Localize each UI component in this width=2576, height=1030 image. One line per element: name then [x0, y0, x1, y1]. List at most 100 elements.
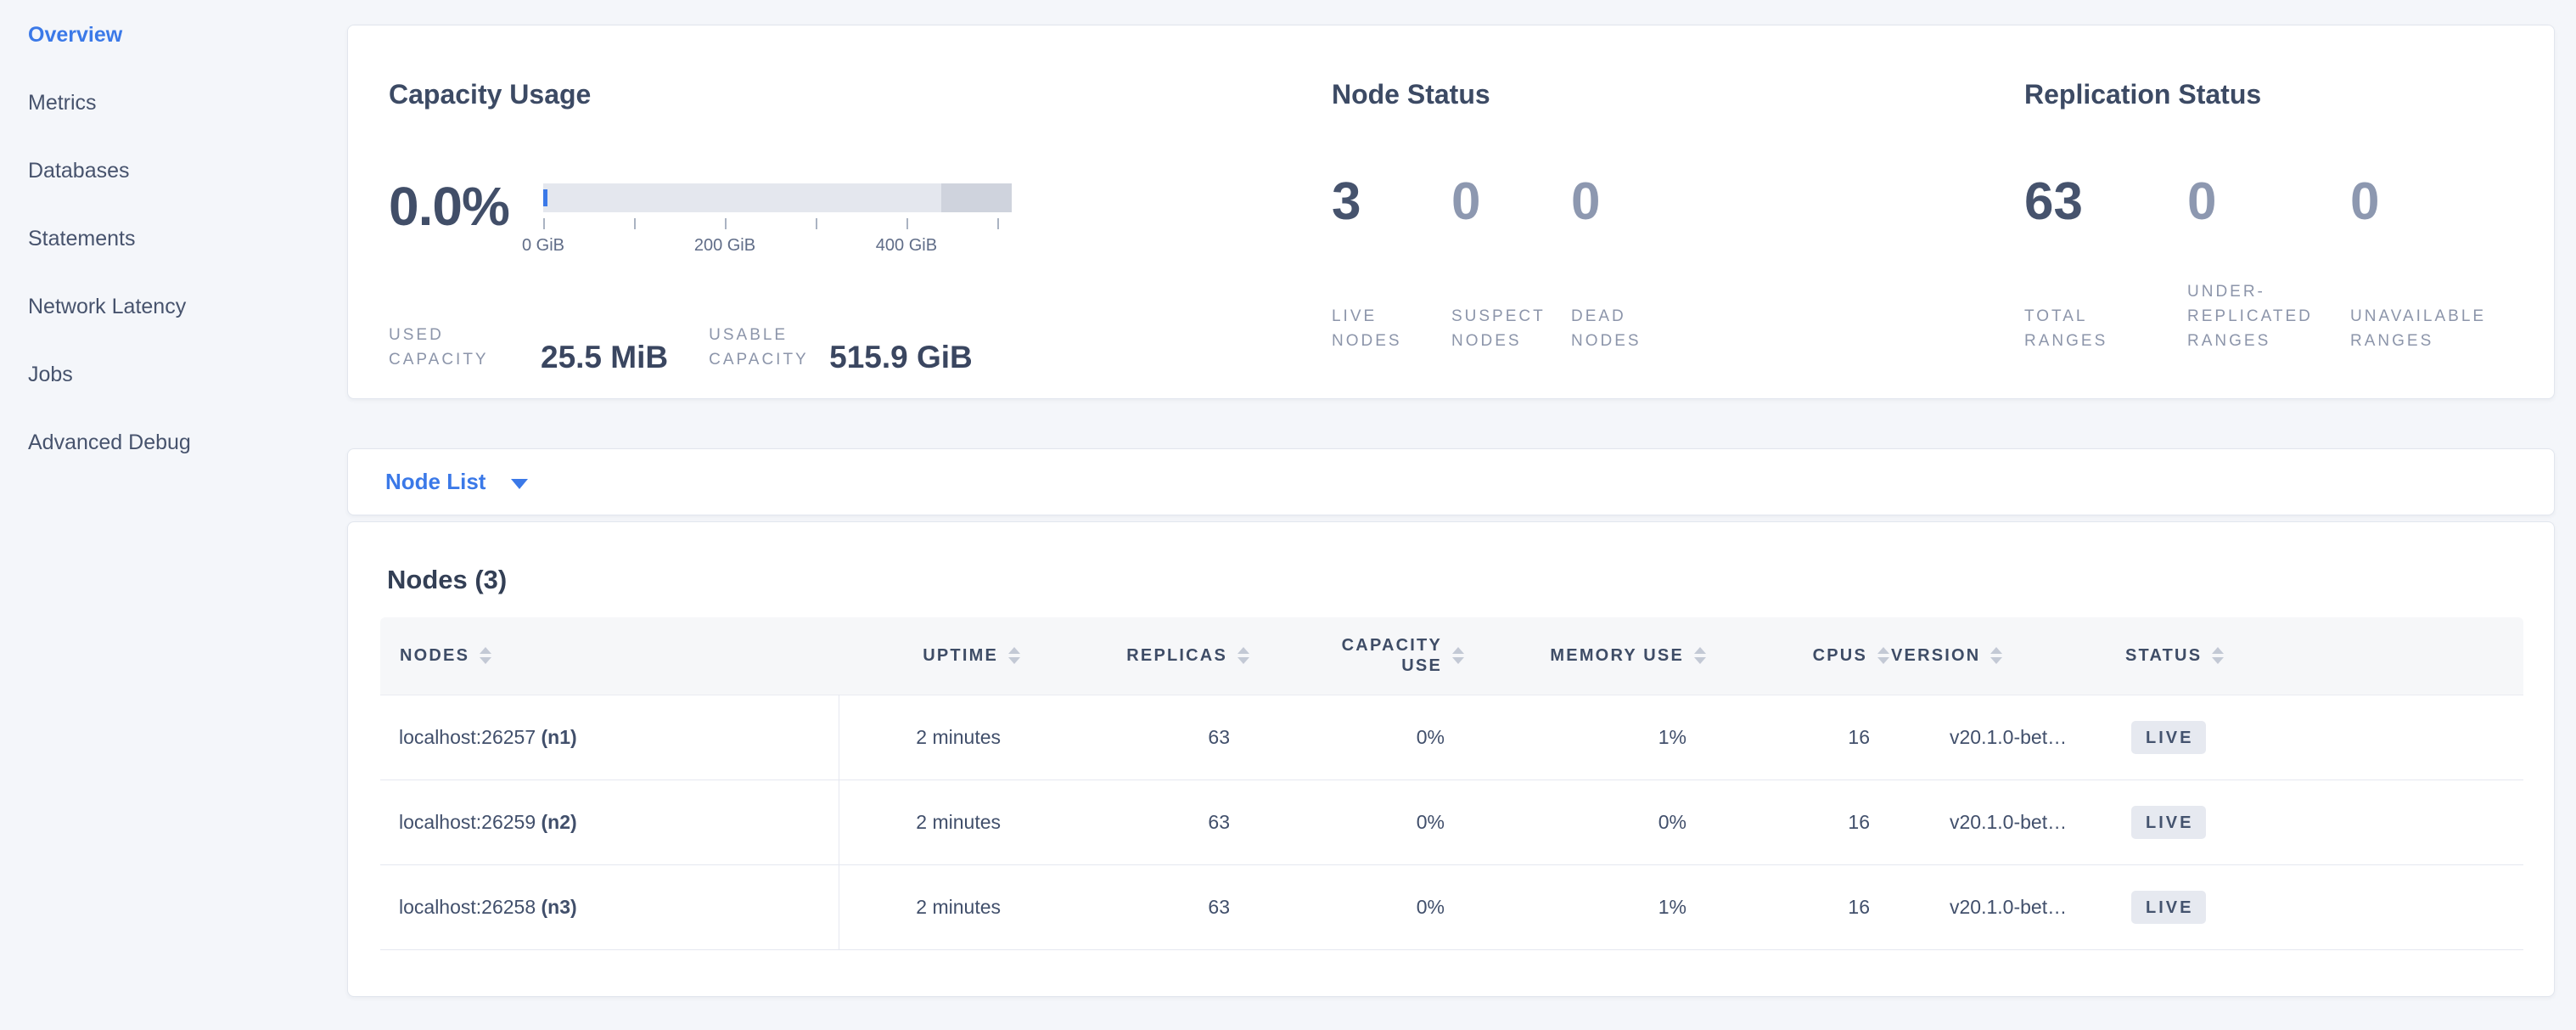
main-content: Capacity Usage 0.0% 0 GiB200 GiB400 GiB … — [347, 25, 2555, 997]
cluster-summary-card: Capacity Usage 0.0% 0 GiB200 GiB400 GiB … — [347, 25, 2555, 399]
column-header-cpus[interactable]: CPUS — [1707, 617, 1890, 695]
replicas-cell: 63 — [1021, 864, 1250, 949]
column-label-version: VERSION — [1891, 646, 1980, 666]
column-label-uptime: UPTIME — [923, 646, 998, 666]
unavailable-ranges-stat: 0 UNAVAILABLE RANGES — [2350, 173, 2486, 353]
axis-tick-label: 400 GiB — [876, 236, 937, 256]
suspect-nodes-stat: 0 SUSPECT NODES — [1451, 173, 1545, 353]
axis-tick — [906, 218, 908, 229]
column-header-memory-use[interactable]: MEMORY USE — [1465, 617, 1707, 695]
axis-tick-label: 200 GiB — [694, 236, 755, 256]
replication-status-title: Replication Status — [2024, 80, 2513, 109]
axis-tick — [725, 218, 727, 229]
suspect-nodes-value: 0 — [1451, 173, 1545, 231]
sidebar-item-network-latency[interactable]: Network Latency — [28, 295, 334, 318]
node-address-link[interactable]: localhost:26258 (n3) — [399, 896, 577, 918]
capacity-used-marker — [543, 189, 547, 206]
capacity-gauge-axis: 0 GiB200 GiB400 GiB — [543, 212, 1012, 268]
column-header-nodes[interactable]: NODES — [380, 617, 839, 695]
axis-tick — [634, 218, 636, 229]
under-replicated-ranges-label: UNDER-REPLICATED RANGES — [2187, 279, 2323, 353]
sort-icon — [1237, 647, 1249, 664]
memory-use-cell: 1% — [1465, 864, 1707, 949]
column-label-memory-use: MEMORY USE — [1550, 646, 1684, 666]
total-ranges-label: TOTAL RANGES — [2024, 304, 2160, 353]
table-header-row: NODES UPTIME REPLICAS CAPACITY USE MEMOR… — [380, 617, 2523, 695]
column-label-nodes: NODES — [400, 646, 469, 666]
sidebar: Overview Metrics Databases Statements Ne… — [28, 24, 334, 499]
nodes-table-title: Nodes (3) — [387, 566, 2522, 594]
node-address: localhost:26259 — [399, 811, 536, 833]
capacity-gauge-track — [543, 183, 1012, 212]
table-row[interactable]: localhost:26258 (n3) 2 minutes 63 0% 1% … — [380, 864, 2523, 949]
column-label-replicas: REPLICAS — [1126, 646, 1227, 666]
uptime-cell: 2 minutes — [839, 780, 1021, 864]
replication-status-section: Replication Status 63 TOTAL RANGES 0 UND… — [2024, 80, 2513, 398]
node-id: (n1) — [542, 726, 577, 748]
live-nodes-value: 3 — [1332, 173, 1425, 231]
node-id: (n2) — [542, 811, 577, 833]
node-list-dropdown[interactable]: Node List — [385, 469, 528, 495]
capacity-usage-title: Capacity Usage — [389, 80, 1332, 109]
usable-capacity-label: USABLE CAPACITY — [709, 323, 829, 372]
sort-icon — [1452, 647, 1464, 664]
sort-icon — [480, 647, 491, 664]
capacity-gauge-row: 0.0% 0 GiB200 GiB400 GiB — [389, 182, 1332, 268]
used-capacity-label: USED CAPACITY — [389, 323, 541, 372]
column-header-status[interactable]: STATUS — [2124, 617, 2523, 695]
sidebar-item-overview[interactable]: Overview — [28, 24, 334, 46]
sidebar-item-metrics[interactable]: Metrics — [28, 92, 334, 114]
replicas-cell: 63 — [1021, 695, 1250, 780]
sort-icon — [2212, 647, 2224, 664]
column-label-status: STATUS — [2125, 646, 2202, 666]
node-status-title: Node Status — [1332, 80, 2024, 109]
uptime-cell: 2 minutes — [839, 695, 1021, 780]
status-badge: LIVE — [2131, 721, 2206, 754]
usable-capacity-value: 515.9 GiB — [829, 343, 993, 372]
total-ranges-stat: 63 TOTAL RANGES — [2024, 173, 2160, 353]
node-id: (n3) — [542, 896, 577, 918]
node-address: localhost:26257 — [399, 726, 536, 748]
node-address-link[interactable]: localhost:26259 (n2) — [399, 811, 577, 833]
sidebar-item-databases[interactable]: Databases — [28, 160, 334, 182]
used-capacity-value: 25.5 MiB — [541, 343, 688, 372]
chevron-down-icon — [511, 479, 528, 489]
replicas-cell: 63 — [1021, 780, 1250, 864]
version-cell: v20.1.0-bet… — [1890, 780, 2124, 864]
column-header-replicas[interactable]: REPLICAS — [1021, 617, 1250, 695]
status-badge: LIVE — [2131, 806, 2206, 839]
table-row[interactable]: localhost:26257 (n1) 2 minutes 63 0% 1% … — [380, 695, 2523, 780]
sidebar-item-advanced-debug[interactable]: Advanced Debug — [28, 431, 334, 453]
node-address-link[interactable]: localhost:26257 (n1) — [399, 726, 577, 748]
usable-capacity-stat: USABLE CAPACITY 515.9 GiB — [709, 323, 993, 372]
cpus-cell: 16 — [1707, 864, 1890, 949]
column-header-uptime[interactable]: UPTIME — [839, 617, 1021, 695]
sort-icon — [1008, 647, 1020, 664]
dead-nodes-stat: 0 DEAD NODES — [1571, 173, 1664, 353]
sidebar-item-statements[interactable]: Statements — [28, 228, 334, 250]
suspect-nodes-label: SUSPECT NODES — [1451, 304, 1545, 353]
sidebar-item-jobs[interactable]: Jobs — [28, 363, 334, 386]
sort-icon — [1694, 647, 1706, 664]
column-header-version[interactable]: VERSION — [1890, 617, 2124, 695]
node-status-stats: 3 LIVE NODES 0 SUSPECT NODES 0 DEAD NODE… — [1332, 173, 2024, 353]
axis-tick — [997, 218, 999, 229]
cpus-cell: 16 — [1707, 695, 1890, 780]
version-cell: v20.1.0-bet… — [1890, 695, 2124, 780]
uptime-cell: 2 minutes — [839, 864, 1021, 949]
dead-nodes-label: DEAD NODES — [1571, 304, 1664, 353]
memory-use-cell: 0% — [1465, 780, 1707, 864]
column-header-capacity-use[interactable]: CAPACITY USE — [1250, 617, 1465, 695]
under-replicated-ranges-value: 0 — [2187, 173, 2323, 231]
axis-tick — [816, 218, 817, 229]
capacity-use-cell: 0% — [1250, 864, 1465, 949]
node-status-section: Node Status 3 LIVE NODES 0 SUSPECT NODES… — [1332, 80, 2024, 398]
node-address: localhost:26258 — [399, 896, 536, 918]
table-row[interactable]: localhost:26259 (n2) 2 minutes 63 0% 0% … — [380, 780, 2523, 864]
capacity-use-cell: 0% — [1250, 780, 1465, 864]
under-replicated-ranges-stat: 0 UNDER-REPLICATED RANGES — [2187, 173, 2323, 353]
unavailable-ranges-label: UNAVAILABLE RANGES — [2350, 304, 2486, 353]
axis-tick — [543, 218, 545, 229]
capacity-use-cell: 0% — [1250, 695, 1465, 780]
column-label-cpus: CPUS — [1813, 646, 1867, 666]
